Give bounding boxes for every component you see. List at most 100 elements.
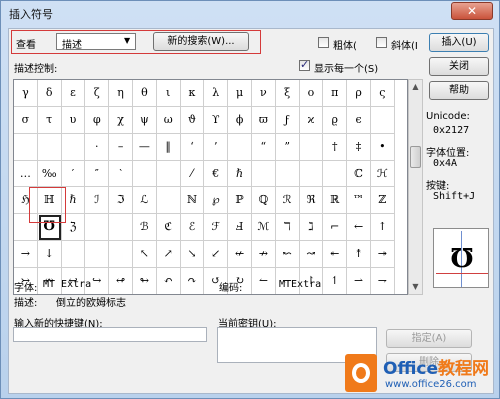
symbol-cell[interactable] — [323, 160, 348, 188]
symbol-cell[interactable]: ξ — [275, 80, 300, 107]
symbol-cell[interactable]: Ⅎ — [228, 214, 252, 242]
symbol-cell[interactable]: ↘ — [180, 241, 205, 268]
symbol-cell[interactable]: ′ — [61, 160, 86, 188]
scroll-up-icon[interactable]: ▲ — [409, 80, 422, 94]
symbol-cell[interactable]: ↫ — [109, 267, 133, 294]
symbol-cell[interactable] — [132, 160, 157, 188]
scroll-thumb[interactable] — [410, 146, 421, 168]
symbol-cell[interactable]: ς — [370, 80, 395, 107]
new-shortcut-input[interactable] — [13, 327, 207, 342]
symbol-cell[interactable]: κ — [180, 80, 205, 107]
scroll-down-icon[interactable]: ▼ — [409, 280, 422, 294]
symbol-cell[interactable]: σ — [14, 106, 38, 134]
symbol-cell[interactable] — [228, 133, 252, 161]
symbol-cell[interactable]: μ — [228, 80, 252, 107]
italic-checkbox[interactable] — [376, 37, 387, 48]
symbol-cell[interactable]: “ — [251, 133, 276, 161]
symbol-cell[interactable]: ↓ — [37, 241, 62, 268]
symbol-cell[interactable]: … — [14, 160, 38, 188]
symbol-cell[interactable]: ℘ — [204, 187, 229, 215]
symbol-cell[interactable]: ⇁ — [370, 267, 395, 294]
symbol-cell[interactable]: ↑ — [370, 214, 395, 242]
symbol-cell[interactable]: ↜ — [275, 241, 300, 268]
symbol-cell[interactable]: ← — [347, 214, 371, 242]
symbol-cell[interactable]: ‖ — [156, 133, 181, 161]
symbol-cell[interactable]: ℭ — [156, 214, 181, 242]
symbol-cell[interactable]: — — [132, 133, 157, 161]
show-each-checkbox[interactable] — [299, 58, 310, 71]
symbol-cell[interactable]: ↞ — [323, 241, 348, 268]
symbol-cell[interactable] — [61, 133, 86, 161]
symbol-cell[interactable]: → — [14, 241, 38, 268]
symbol-cell[interactable] — [370, 106, 395, 134]
symbol-cell[interactable]: ℒ — [132, 187, 157, 215]
symbol-cell[interactable] — [156, 160, 181, 188]
symbol-cell[interactable]: λ — [204, 80, 229, 107]
symbol-cell[interactable] — [85, 241, 110, 268]
symbol-cell[interactable]: ↠ — [370, 241, 395, 268]
symbol-cell[interactable]: ℳ — [251, 214, 276, 242]
symbol-cell[interactable]: γ — [14, 80, 38, 107]
symbol-cell[interactable]: ‡ — [347, 133, 371, 161]
symbol-cell[interactable]: ϖ — [251, 106, 276, 134]
symbol-cell[interactable]: ϰ — [299, 106, 324, 134]
symbol-cell[interactable]: ϕ — [228, 106, 252, 134]
symbol-cell[interactable]: ℰ — [180, 214, 205, 242]
symbol-cell[interactable]: ℷ — [299, 214, 324, 242]
symbol-cell[interactable]: ↙ — [204, 241, 229, 268]
symbol-cell[interactable]: ℚ — [251, 187, 276, 215]
symbol-cell[interactable]: ν — [251, 80, 276, 107]
symbol-cell[interactable]: ↟ — [347, 241, 371, 268]
symbol-cell[interactable]: ℤ — [370, 187, 395, 215]
grid-scrollbar[interactable]: ▲ ▼ — [408, 79, 423, 295]
symbol-cell[interactable]: ℜ — [299, 187, 324, 215]
symbol-cell[interactable]: ↖ — [132, 241, 157, 268]
symbol-cell[interactable]: ⁄ — [180, 160, 205, 188]
new-search-button[interactable]: 新的搜索(W)... — [153, 32, 249, 51]
symbol-cell[interactable] — [85, 214, 110, 242]
symbol-cell[interactable] — [109, 241, 133, 268]
symbol-cell[interactable]: – — [109, 133, 133, 161]
symbol-cell[interactable]: ω — [156, 106, 181, 134]
symbol-cell[interactable]: ↗ — [156, 241, 181, 268]
symbol-cell[interactable]: ↶ — [156, 267, 181, 294]
symbol-cell[interactable] — [14, 133, 38, 161]
symbol-cell[interactable] — [156, 187, 181, 215]
symbol-cell[interactable]: • — [370, 133, 395, 161]
symbol-cell[interactable]: τ — [37, 106, 62, 134]
symbol-cell[interactable]: ℏ — [228, 160, 252, 188]
symbol-cell[interactable]: ” — [275, 133, 300, 161]
symbol-cell[interactable]: ϒ — [204, 106, 229, 134]
symbol-cell[interactable]: ℂ — [347, 160, 371, 188]
symbol-cell[interactable]: φ — [85, 106, 110, 134]
symbol-cell[interactable]: ℱ — [204, 214, 229, 242]
symbol-cell[interactable]: ″ — [85, 160, 110, 188]
symbol-cell[interactable] — [299, 133, 324, 161]
symbol-cell[interactable]: π — [323, 80, 348, 107]
symbol-cell[interactable]: θ — [132, 80, 157, 107]
symbol-cell[interactable] — [275, 160, 300, 188]
symbol-cell[interactable]: ℐ — [85, 187, 110, 215]
symbol-cell[interactable]: ℬ — [132, 214, 157, 242]
symbol-cell[interactable]: ζ — [85, 80, 110, 107]
help-button[interactable]: 帮助 — [429, 81, 489, 100]
symbol-cell[interactable] — [251, 160, 276, 188]
symbol-cell[interactable]: ℑ — [109, 187, 133, 215]
bold-checkbox[interactable] — [318, 37, 329, 48]
symbol-cell[interactable]: ℕ — [180, 187, 205, 215]
symbol-cell[interactable]: ‵ — [109, 160, 133, 188]
symbol-cell[interactable]: ϱ — [323, 106, 348, 134]
symbol-cell[interactable]: ↝ — [299, 241, 324, 268]
symbol-cell[interactable]: ℋ — [370, 160, 395, 188]
symbol-cell[interactable]: υ — [61, 106, 86, 134]
symbol-cell[interactable] — [299, 160, 324, 188]
symbol-cell[interactable]: ψ — [132, 106, 157, 134]
symbol-cell[interactable]: ϵ — [347, 106, 371, 134]
view-mode-select[interactable]: 描述 ▼ — [56, 33, 136, 51]
symbol-cell[interactable] — [109, 214, 133, 242]
symbol-cell[interactable]: ϝ — [275, 106, 300, 134]
symbol-cell[interactable]: ↼ — [251, 267, 276, 294]
close-window-button[interactable]: ✕ — [451, 2, 493, 20]
symbol-cell[interactable]: ⌐ — [323, 214, 348, 242]
symbol-cell[interactable]: ℛ — [275, 187, 300, 215]
